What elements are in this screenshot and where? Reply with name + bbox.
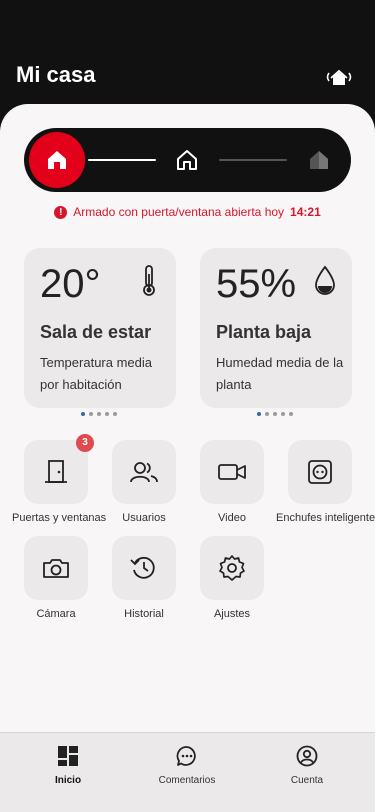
card-description: Temperatura media por habitación xyxy=(40,355,152,392)
humidity-card[interactable]: 55% Planta baja Humedad media de la plan… xyxy=(200,248,352,408)
tile-button[interactable] xyxy=(112,536,176,600)
video-camera-icon xyxy=(218,464,246,480)
home-outline-icon[interactable] xyxy=(174,147,200,173)
comment-icon xyxy=(176,746,196,766)
arming-alert[interactable]: ! Armado con puerta/ventana abierta hoy … xyxy=(0,205,375,219)
tile-button[interactable] xyxy=(112,440,176,504)
tab-comentarios[interactable]: Comentarios xyxy=(132,745,242,786)
tile-label: Usuarios xyxy=(122,512,166,524)
tile-button[interactable]: 3 xyxy=(24,434,94,504)
tile-label: Historial xyxy=(124,608,164,620)
carousel-dot xyxy=(289,412,293,416)
alert-time: 14:21 xyxy=(290,205,321,219)
bottom-tab-bar: Inicio Comentarios Cuenta xyxy=(0,732,375,812)
tab-inicio[interactable]: Inicio xyxy=(13,745,123,786)
card-description: Humedad media de la planta xyxy=(216,355,344,392)
tile-doors-windows[interactable]: 3 Puertas y ventanas xyxy=(12,434,107,524)
tab-label: Inicio xyxy=(54,775,82,786)
history-icon xyxy=(130,556,155,579)
carousel-dot xyxy=(265,412,269,416)
tab-label: Cuenta xyxy=(290,775,324,786)
alert-text: Armado con puerta/ventana abierta hoy xyxy=(73,205,285,219)
users-icon xyxy=(130,462,158,483)
carousel-dot xyxy=(89,412,93,416)
tile-button[interactable] xyxy=(200,440,264,504)
temperature-card[interactable]: 20° Sala de estar Temperatura media por … xyxy=(24,248,176,408)
notification-badge: 3 xyxy=(76,434,94,452)
carousel-dots xyxy=(81,412,117,416)
tile-button[interactable] xyxy=(24,536,88,600)
carousel-dot xyxy=(273,412,277,416)
carousel-dot xyxy=(81,412,85,416)
mode-divider xyxy=(219,159,287,161)
tile-camera[interactable]: Cámara xyxy=(12,536,100,620)
tile-video[interactable]: Video xyxy=(188,440,276,524)
tile-users[interactable]: Usuarios xyxy=(100,440,188,524)
card-floor-name: Planta baja xyxy=(216,322,312,342)
tile-button[interactable] xyxy=(288,440,352,504)
carousel-dot xyxy=(257,412,261,416)
dashboard-icon xyxy=(58,746,78,766)
error-circle-icon: ! xyxy=(54,205,68,219)
carousel-dot xyxy=(281,412,285,416)
humidity-drop-icon xyxy=(315,265,335,295)
house-signal-icon[interactable] xyxy=(325,64,353,90)
carousel-dot xyxy=(105,412,109,416)
alarm-mode-selector[interactable] xyxy=(24,128,351,192)
mode-divider xyxy=(88,159,156,161)
tab-cuenta[interactable]: Cuenta xyxy=(252,745,362,786)
carousel-dot xyxy=(97,412,101,416)
tile-label: Puertas y ventanas xyxy=(12,512,107,524)
door-icon xyxy=(45,460,67,483)
tile-settings[interactable]: Ajustes xyxy=(188,536,276,620)
home-night-icon[interactable] xyxy=(306,147,332,173)
tile-button[interactable] xyxy=(200,536,264,600)
mode-armed-away-button[interactable] xyxy=(29,132,85,188)
tile-label: Ajustes xyxy=(213,608,251,620)
tile-label: Cámara xyxy=(36,608,76,620)
tab-label: Comentarios xyxy=(158,775,216,786)
page-title: Mi casa xyxy=(16,62,96,87)
carousel-dots xyxy=(257,412,293,416)
carousel-dot xyxy=(113,412,117,416)
tile-history[interactable]: Historial xyxy=(100,536,188,620)
card-value: 20° xyxy=(40,262,101,306)
photo-camera-icon xyxy=(43,559,69,578)
tile-label: Video xyxy=(218,512,246,524)
card-value: 55% xyxy=(216,262,297,306)
settings-gear-icon xyxy=(219,555,245,581)
smart-plug-icon xyxy=(308,460,332,484)
card-room-name: Sala de estar xyxy=(40,322,152,342)
account-icon xyxy=(296,745,318,767)
tile-smart-plugs[interactable]: Enchufes inteligentes xyxy=(276,440,375,524)
tile-label: Enchufes inteligentes xyxy=(276,512,375,524)
home-icon xyxy=(48,151,66,169)
thermometer-icon xyxy=(143,265,155,296)
